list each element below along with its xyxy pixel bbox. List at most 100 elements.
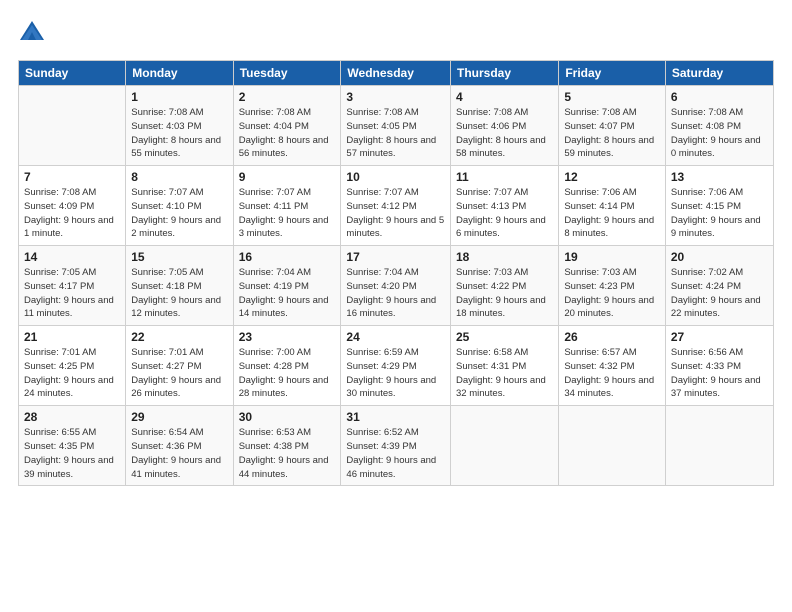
day-info: Sunrise: 7:02 AMSunset: 4:24 PMDaylight:… xyxy=(671,266,768,321)
day-number: 22 xyxy=(131,330,227,344)
day-number: 27 xyxy=(671,330,768,344)
day-info: Sunrise: 7:08 AMSunset: 4:05 PMDaylight:… xyxy=(346,106,445,161)
logo-icon xyxy=(18,18,46,46)
day-cell: 6 Sunrise: 7:08 AMSunset: 4:08 PMDaylight… xyxy=(665,86,773,166)
day-cell: 22 Sunrise: 7:01 AMSunset: 4:27 PMDayligh… xyxy=(126,326,233,406)
day-cell: 31 Sunrise: 6:52 AMSunset: 4:39 PMDayligh… xyxy=(341,406,451,486)
day-cell: 2 Sunrise: 7:08 AMSunset: 4:04 PMDaylight… xyxy=(233,86,341,166)
day-info: Sunrise: 7:04 AMSunset: 4:20 PMDaylight:… xyxy=(346,266,445,321)
day-cell: 19 Sunrise: 7:03 AMSunset: 4:23 PMDayligh… xyxy=(559,246,666,326)
day-info: Sunrise: 7:08 AMSunset: 4:04 PMDaylight:… xyxy=(239,106,336,161)
day-cell xyxy=(19,86,126,166)
day-info: Sunrise: 6:56 AMSunset: 4:33 PMDaylight:… xyxy=(671,346,768,401)
day-cell xyxy=(665,406,773,486)
day-info: Sunrise: 7:08 AMSunset: 4:06 PMDaylight:… xyxy=(456,106,553,161)
day-info: Sunrise: 7:08 AMSunset: 4:07 PMDaylight:… xyxy=(564,106,660,161)
col-header-sunday: Sunday xyxy=(19,61,126,86)
header-row: SundayMondayTuesdayWednesdayThursdayFrid… xyxy=(19,61,774,86)
day-number: 10 xyxy=(346,170,445,184)
day-cell: 23Sunrise: 7:00 AMSunset: 4:28 PMDayligh… xyxy=(233,326,341,406)
day-cell: 27 Sunrise: 6:56 AMSunset: 4:33 PMDayligh… xyxy=(665,326,773,406)
day-info: Sunrise: 7:03 AMSunset: 4:22 PMDaylight:… xyxy=(456,266,553,321)
day-number: 30 xyxy=(239,410,336,424)
day-cell: 13 Sunrise: 7:06 AMSunset: 4:15 PMDayligh… xyxy=(665,166,773,246)
day-number: 26 xyxy=(564,330,660,344)
col-header-tuesday: Tuesday xyxy=(233,61,341,86)
header xyxy=(18,18,774,46)
week-row-2: 14 Sunrise: 7:05 AMSunset: 4:17 PMDayligh… xyxy=(19,246,774,326)
day-number: 6 xyxy=(671,90,768,104)
day-info: Sunrise: 7:07 AMSunset: 4:10 PMDaylight:… xyxy=(131,186,227,241)
week-row-3: 21Sunrise: 7:01 AMSunset: 4:25 PMDayligh… xyxy=(19,326,774,406)
day-cell: 25Sunrise: 6:58 AMSunset: 4:31 PMDayligh… xyxy=(451,326,559,406)
col-header-thursday: Thursday xyxy=(451,61,559,86)
day-number: 11 xyxy=(456,170,553,184)
day-number: 7 xyxy=(24,170,120,184)
day-cell: 16 Sunrise: 7:04 AMSunset: 4:19 PMDayligh… xyxy=(233,246,341,326)
page: SundayMondayTuesdayWednesdayThursdayFrid… xyxy=(0,0,792,498)
day-cell: 5 Sunrise: 7:08 AMSunset: 4:07 PMDaylight… xyxy=(559,86,666,166)
day-number: 17 xyxy=(346,250,445,264)
day-cell: 9 Sunrise: 7:07 AMSunset: 4:11 PMDaylight… xyxy=(233,166,341,246)
day-cell: 28Sunrise: 6:55 AMSunset: 4:35 PMDayligh… xyxy=(19,406,126,486)
col-header-friday: Friday xyxy=(559,61,666,86)
day-number: 5 xyxy=(564,90,660,104)
day-cell: 17 Sunrise: 7:04 AMSunset: 4:20 PMDayligh… xyxy=(341,246,451,326)
col-header-wednesday: Wednesday xyxy=(341,61,451,86)
day-number: 1 xyxy=(131,90,227,104)
day-cell xyxy=(559,406,666,486)
day-info: Sunrise: 7:07 AMSunset: 4:11 PMDaylight:… xyxy=(239,186,336,241)
day-info: Sunrise: 7:01 AMSunset: 4:27 PMDaylight:… xyxy=(131,346,227,401)
day-info: Sunrise: 7:06 AMSunset: 4:15 PMDaylight:… xyxy=(671,186,768,241)
day-number: 9 xyxy=(239,170,336,184)
day-cell: 10Sunrise: 7:07 AMSunset: 4:12 PMDayligh… xyxy=(341,166,451,246)
day-cell: 29 Sunrise: 6:54 AMSunset: 4:36 PMDayligh… xyxy=(126,406,233,486)
day-number: 29 xyxy=(131,410,227,424)
day-info: Sunrise: 6:54 AMSunset: 4:36 PMDaylight:… xyxy=(131,426,227,481)
day-cell: 15Sunrise: 7:05 AMSunset: 4:18 PMDayligh… xyxy=(126,246,233,326)
day-cell xyxy=(451,406,559,486)
day-cell: 12Sunrise: 7:06 AMSunset: 4:14 PMDayligh… xyxy=(559,166,666,246)
day-info: Sunrise: 6:52 AMSunset: 4:39 PMDaylight:… xyxy=(346,426,445,481)
day-cell: 26Sunrise: 6:57 AMSunset: 4:32 PMDayligh… xyxy=(559,326,666,406)
day-number: 23 xyxy=(239,330,336,344)
calendar-table: SundayMondayTuesdayWednesdayThursdayFrid… xyxy=(18,60,774,486)
day-number: 4 xyxy=(456,90,553,104)
day-number: 19 xyxy=(564,250,660,264)
day-number: 20 xyxy=(671,250,768,264)
day-info: Sunrise: 7:05 AMSunset: 4:17 PMDaylight:… xyxy=(24,266,120,321)
day-cell: 24 Sunrise: 6:59 AMSunset: 4:29 PMDayligh… xyxy=(341,326,451,406)
day-number: 2 xyxy=(239,90,336,104)
day-cell: 8 Sunrise: 7:07 AMSunset: 4:10 PMDaylight… xyxy=(126,166,233,246)
day-info: Sunrise: 7:03 AMSunset: 4:23 PMDaylight:… xyxy=(564,266,660,321)
day-number: 16 xyxy=(239,250,336,264)
col-header-saturday: Saturday xyxy=(665,61,773,86)
day-number: 24 xyxy=(346,330,445,344)
day-info: Sunrise: 7:08 AMSunset: 4:03 PMDaylight:… xyxy=(131,106,227,161)
day-info: Sunrise: 7:06 AMSunset: 4:14 PMDaylight:… xyxy=(564,186,660,241)
week-row-4: 28Sunrise: 6:55 AMSunset: 4:35 PMDayligh… xyxy=(19,406,774,486)
day-number: 13 xyxy=(671,170,768,184)
logo xyxy=(18,18,50,46)
day-cell: 7Sunrise: 7:08 AMSunset: 4:09 PMDaylight… xyxy=(19,166,126,246)
day-cell: 18 Sunrise: 7:03 AMSunset: 4:22 PMDayligh… xyxy=(451,246,559,326)
week-row-1: 7Sunrise: 7:08 AMSunset: 4:09 PMDaylight… xyxy=(19,166,774,246)
day-info: Sunrise: 7:08 AMSunset: 4:08 PMDaylight:… xyxy=(671,106,768,161)
day-number: 14 xyxy=(24,250,120,264)
week-row-0: 1 Sunrise: 7:08 AMSunset: 4:03 PMDaylight… xyxy=(19,86,774,166)
col-header-monday: Monday xyxy=(126,61,233,86)
day-cell: 20 Sunrise: 7:02 AMSunset: 4:24 PMDayligh… xyxy=(665,246,773,326)
day-number: 25 xyxy=(456,330,553,344)
day-cell: 1 Sunrise: 7:08 AMSunset: 4:03 PMDaylight… xyxy=(126,86,233,166)
day-number: 8 xyxy=(131,170,227,184)
day-info: Sunrise: 6:59 AMSunset: 4:29 PMDaylight:… xyxy=(346,346,445,401)
day-info: Sunrise: 7:04 AMSunset: 4:19 PMDaylight:… xyxy=(239,266,336,321)
day-number: 18 xyxy=(456,250,553,264)
day-info: Sunrise: 6:53 AMSunset: 4:38 PMDaylight:… xyxy=(239,426,336,481)
day-number: 3 xyxy=(346,90,445,104)
day-number: 31 xyxy=(346,410,445,424)
day-info: Sunrise: 7:01 AMSunset: 4:25 PMDaylight:… xyxy=(24,346,120,401)
day-info: Sunrise: 6:55 AMSunset: 4:35 PMDaylight:… xyxy=(24,426,120,481)
day-cell: 3 Sunrise: 7:08 AMSunset: 4:05 PMDaylight… xyxy=(341,86,451,166)
day-info: Sunrise: 7:07 AMSunset: 4:13 PMDaylight:… xyxy=(456,186,553,241)
